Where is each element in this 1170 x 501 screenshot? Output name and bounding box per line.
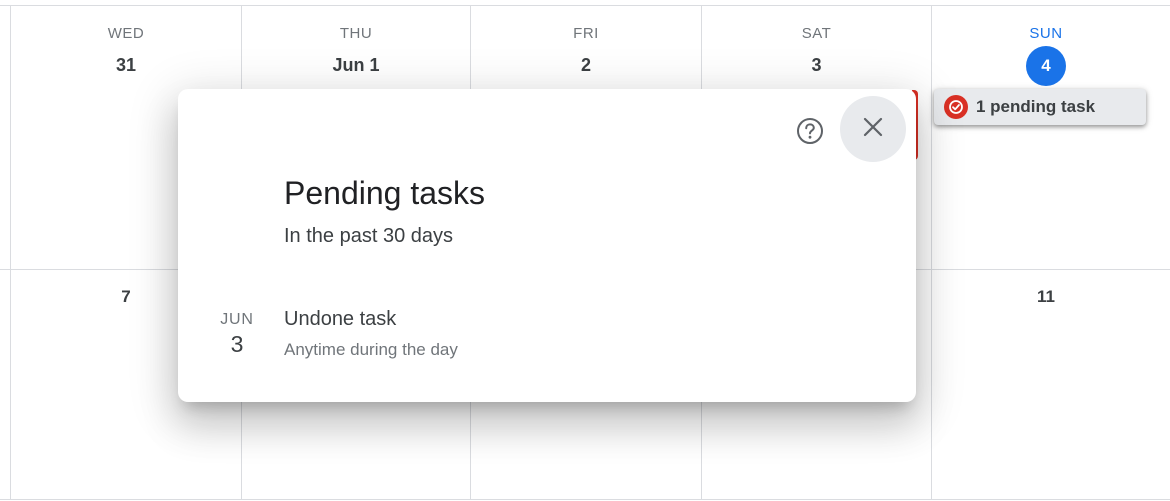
day-of-week-label: WED bbox=[107, 25, 145, 42]
today-day-number[interactable]: 4 bbox=[1026, 46, 1066, 86]
close-button[interactable] bbox=[840, 96, 906, 162]
day-number[interactable]: 2 bbox=[471, 55, 701, 76]
close-icon bbox=[862, 116, 884, 143]
day-number[interactable]: 31 bbox=[11, 55, 241, 76]
help-button[interactable] bbox=[790, 113, 830, 153]
task-time: Anytime during the day bbox=[284, 340, 458, 359]
dialog-title: Pending tasks bbox=[284, 175, 486, 211]
task-date: JUN 3 bbox=[208, 311, 266, 358]
day-of-week-label: THU bbox=[339, 25, 373, 42]
grid-bottom-border bbox=[0, 499, 1170, 500]
calendar-month-view: WED 31 THU Jun 1 FRI 2 SAT 3 SUN 4 7 11 … bbox=[0, 0, 1170, 501]
task-check-icon bbox=[944, 95, 968, 119]
task-day: 3 bbox=[230, 331, 244, 357]
day-of-week-label: FRI bbox=[573, 25, 599, 42]
task-month: JUN bbox=[220, 311, 254, 328]
day-number[interactable]: 11 bbox=[932, 287, 1160, 307]
help-circle-icon bbox=[795, 116, 825, 151]
day-cell-sun[interactable]: SUN 4 bbox=[932, 6, 1160, 269]
day-of-week-label: SAT bbox=[801, 25, 832, 42]
task-name[interactable]: Undone task bbox=[284, 308, 396, 331]
pending-tasks-chip-label: 1 pending task bbox=[976, 97, 1096, 116]
pending-tasks-dialog: Pending tasks In the past 30 days JUN 3 … bbox=[178, 89, 916, 402]
day-number[interactable]: Jun 1 bbox=[242, 55, 470, 76]
day-of-week-label: SUN bbox=[1029, 25, 1063, 42]
pending-tasks-chip[interactable]: 1 pending task bbox=[934, 89, 1146, 125]
day-number[interactable]: 3 bbox=[702, 55, 931, 76]
dialog-subtitle: In the past 30 days bbox=[284, 225, 454, 247]
